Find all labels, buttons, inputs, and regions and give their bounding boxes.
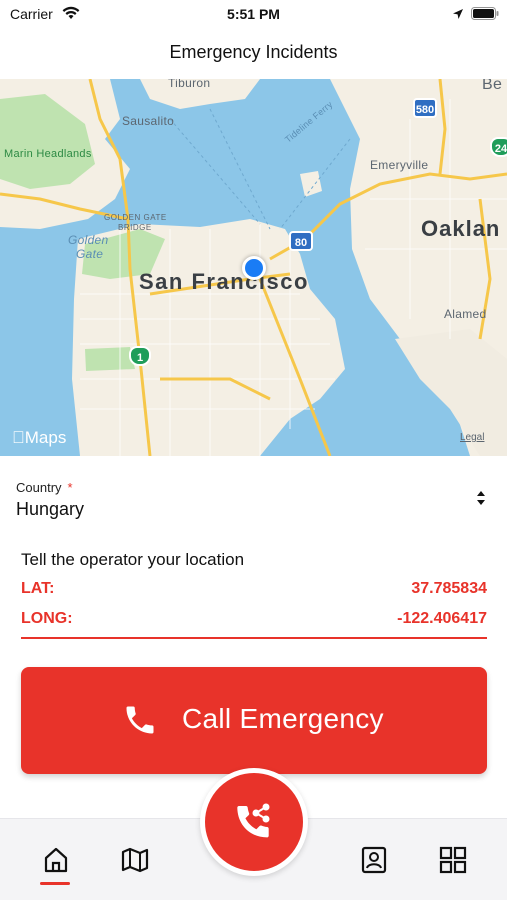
phone-icon	[122, 702, 158, 743]
status-bar: Carrier 5:51 PM	[0, 0, 507, 30]
map-label-san-francisco: San Francisco	[139, 269, 309, 294]
highway-80-shield: 80	[289, 231, 313, 251]
map-label-golden-gate-1: Golden	[68, 233, 109, 247]
location-prompt: Tell the operator your location	[21, 550, 245, 569]
map-icon	[121, 847, 149, 873]
map-label-marin-headlands: Marin Headlands	[4, 148, 92, 160]
latitude-value: 37.785834	[411, 580, 487, 597]
map-label-berkeley: Be	[482, 79, 503, 93]
page-title: Emergency Incidents	[169, 42, 338, 62]
longitude-row: LONG: -122.406417	[21, 610, 487, 634]
map-label-emeryville: Emeryville	[370, 158, 429, 172]
maps-attribution: Maps	[12, 428, 66, 448]
tab-apps[interactable]	[438, 845, 468, 875]
map-view[interactable]: Tiburon Sausalito Marin Headlands GOLDEN…	[0, 79, 507, 456]
tab-contacts[interactable]	[359, 845, 389, 875]
battery-icon	[471, 7, 499, 25]
map-label-oakland: Oaklan	[421, 216, 501, 241]
highway-24-shield: 24	[490, 137, 507, 157]
highway-1-shield: 1	[129, 346, 151, 366]
map-legal-link[interactable]: Legal	[460, 432, 484, 443]
map-label-alameda: Alamed	[444, 307, 487, 321]
call-emergency-label: Call Emergency	[182, 703, 384, 734]
call-emergency-button[interactable]: Call Emergency	[21, 667, 487, 774]
required-marker: *	[67, 480, 73, 495]
grid-icon	[439, 846, 467, 874]
contact-card-icon	[361, 846, 387, 874]
highway-580-shield: 580	[413, 98, 437, 118]
select-arrows-icon	[476, 490, 486, 511]
share-call-button[interactable]	[200, 768, 308, 876]
phone-share-icon	[237, 803, 270, 838]
coordinates-divider	[21, 637, 487, 639]
latitude-row: LAT: 37.785834	[21, 580, 487, 604]
location-arrow-icon	[452, 7, 464, 25]
tab-map[interactable]	[120, 845, 150, 875]
map-label-golden-gate-2: Gate	[76, 247, 104, 261]
status-time: 5:51 PM	[227, 6, 280, 22]
longitude-value: -122.406417	[397, 610, 487, 627]
apple-logo-icon: 	[12, 428, 25, 447]
current-location-dot	[242, 256, 266, 280]
map-label-golden-gate-bridge-1: GOLDEN GATE	[104, 213, 167, 222]
map-label-golden-gate-bridge-2: BRIDGE	[118, 223, 152, 232]
longitude-label: LONG:	[21, 610, 73, 627]
tab-home[interactable]	[41, 845, 71, 875]
map-label-sausalito: Sausalito	[122, 114, 175, 128]
home-icon	[44, 847, 68, 873]
country-label: Country *	[16, 480, 73, 495]
map-label-tiburon: Tiburon	[168, 79, 211, 90]
active-tab-indicator	[40, 882, 70, 885]
country-value: Hungary	[16, 499, 85, 519]
maps-attribution-label: Maps	[12, 428, 67, 447]
latitude-label: LAT:	[21, 580, 55, 597]
country-label-text: Country	[16, 480, 62, 495]
